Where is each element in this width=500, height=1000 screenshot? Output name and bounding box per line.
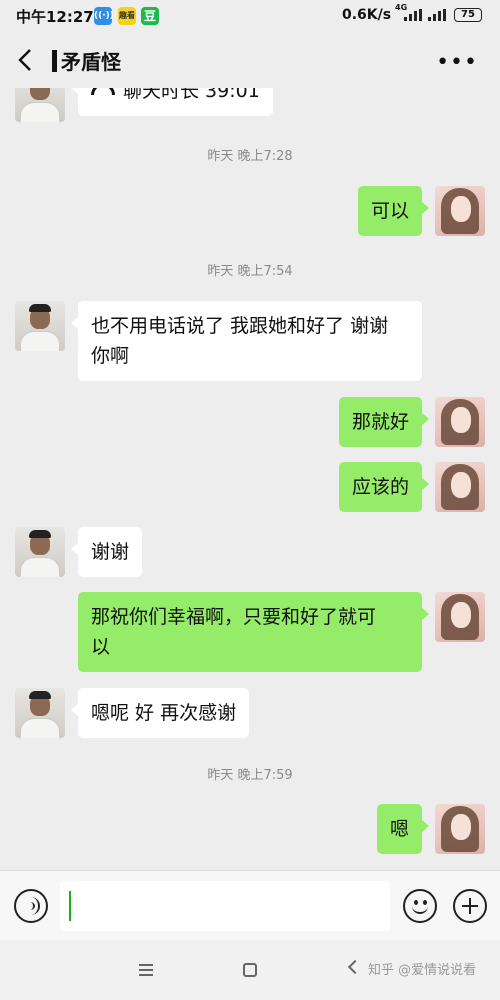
signal-icon <box>428 9 450 21</box>
message-line: 以 <box>91 636 111 658</box>
wifi-app-icon: ((·)) <box>94 7 114 25</box>
message-bubble[interactable]: 嗯 <box>376 804 430 854</box>
message-bubble[interactable]: 谢谢 <box>70 527 143 577</box>
battery-icon: 75 <box>454 8 482 22</box>
message-row: 应该的 <box>0 462 500 514</box>
avatar[interactable] <box>15 688 65 738</box>
avatar[interactable] <box>435 397 485 447</box>
network-speed: 0.6K/s <box>342 7 392 23</box>
message-bubble[interactable]: 可以 <box>357 186 430 236</box>
message-row: 嗯 <box>0 804 500 856</box>
timestamp: 昨天 晚上7:59 <box>207 768 293 783</box>
douban-app-icon: 豆 <box>141 7 159 25</box>
avatar[interactable] <box>15 527 65 577</box>
message-row: 聊天时长 39:01 <box>0 88 500 122</box>
message-line: 也不用电话说了 我跟她和好了 谢谢 <box>91 315 389 337</box>
voice-icon[interactable] <box>14 889 48 923</box>
avatar[interactable] <box>15 301 65 351</box>
signal-icon <box>404 9 426 21</box>
input-bar <box>0 870 500 940</box>
message-row: 嗯呢 好 再次感谢 <box>0 688 500 740</box>
chat-header: 矛盾怪 ••• <box>0 32 500 88</box>
back-icon[interactable] <box>347 959 363 975</box>
message-line: 你啊 <box>91 345 130 367</box>
avatar[interactable] <box>435 592 485 642</box>
message-row: 也不用电话说了 我跟她和好了 谢谢 你啊 <box>0 301 500 381</box>
timestamp: 昨天 晚上7:54 <box>207 264 293 279</box>
message-row: 可以 <box>0 186 500 238</box>
call-duration: 聊天时长 39:01 <box>123 88 260 102</box>
message-row: 那祝你们幸福啊，只要和好了就可 以 <box>0 592 500 674</box>
text-caret <box>69 891 71 921</box>
avatar[interactable] <box>435 462 485 512</box>
chevron-left-icon[interactable] <box>14 46 38 74</box>
avatar[interactable] <box>435 186 485 236</box>
message-input[interactable] <box>60 881 390 931</box>
emoji-icon[interactable] <box>403 889 437 923</box>
plus-icon[interactable] <box>453 889 487 923</box>
status-bar: 中午12:27 ((·)) 趣看 豆 0.6K/s 4G 75 <box>0 0 500 32</box>
chat-area[interactable]: 聊天时长 39:01 昨天 晚上7:28 可以 昨天 晚上7:54 也不用电话说… <box>0 88 500 870</box>
status-time: 中午12:27 <box>16 8 94 26</box>
message-bubble[interactable]: 应该的 <box>338 462 430 512</box>
phone-icon <box>91 88 115 95</box>
watermark: 知乎 @爱情说说看 <box>368 963 477 978</box>
system-nav-bar: 知乎 @爱情说说看 <box>0 940 500 1000</box>
timestamp: 昨天 晚上7:28 <box>207 149 293 164</box>
message-bubble[interactable]: 嗯呢 好 再次感谢 <box>70 688 250 738</box>
message-line: 那祝你们幸福啊，只要和好了就可 <box>91 606 377 628</box>
message-bubble[interactable]: 那就好 <box>338 397 430 447</box>
call-record-bubble[interactable]: 聊天时长 39:01 <box>71 88 273 116</box>
message-bubble[interactable]: 那祝你们幸福啊，只要和好了就可 以 <box>78 592 429 672</box>
message-row: 那就好 <box>0 397 500 449</box>
avatar[interactable] <box>435 804 485 854</box>
news-app-icon: 趣看 <box>118 7 136 25</box>
message-row: 谢谢 <box>0 527 500 579</box>
more-dots-icon[interactable]: ••• <box>436 50 478 75</box>
home-icon[interactable] <box>243 963 257 977</box>
title-mark <box>52 50 57 72</box>
avatar[interactable] <box>15 88 65 122</box>
contact-name: 矛盾怪 <box>61 50 121 74</box>
menu-icon[interactable] <box>139 964 153 976</box>
message-bubble[interactable]: 也不用电话说了 我跟她和好了 谢谢 你啊 <box>71 301 422 381</box>
chat-title: 矛盾怪 <box>52 46 121 75</box>
